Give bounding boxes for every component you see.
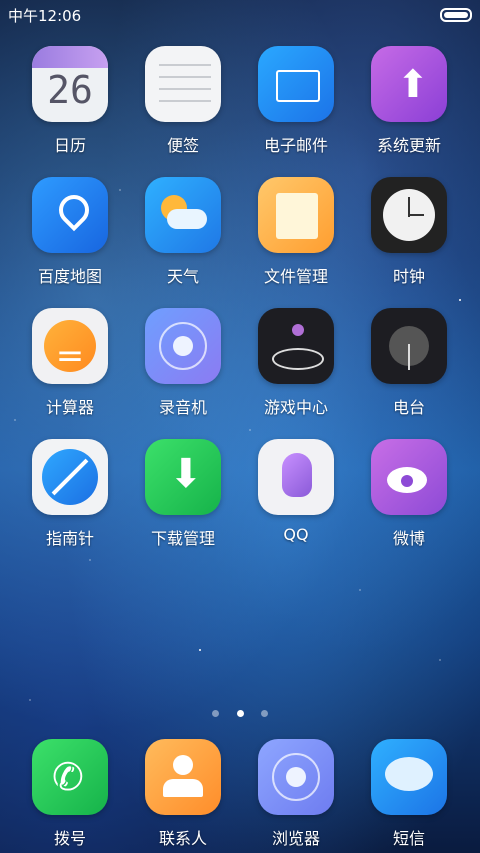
notes-icon (145, 46, 221, 122)
battery-icon (440, 8, 472, 22)
app-label: 时钟 (392, 267, 425, 286)
radio-icon (371, 308, 447, 384)
app-baidu-map[interactable]: 百度地图 (14, 177, 126, 287)
page-dot[interactable] (212, 710, 220, 717)
download-arrow-icon: ⬇ (145, 439, 221, 515)
app-system-update[interactable]: ⬆ 系统更新 (353, 46, 465, 156)
app-label: 联系人 (158, 829, 207, 848)
clock-icon (371, 177, 447, 253)
status-time: 中午12:06 (8, 7, 82, 25)
app-compass[interactable]: 指南针 (14, 439, 126, 549)
app-label: 电台 (392, 398, 425, 417)
app-download-manager[interactable]: ⬇ 下载管理 (127, 439, 239, 549)
app-label: 电子邮件 (263, 136, 328, 155)
app-file-manager[interactable]: 文件管理 (240, 177, 352, 287)
recorder-icon (145, 308, 221, 384)
folder-document-icon (258, 177, 334, 253)
app-calculator[interactable]: = 计算器 (14, 308, 126, 418)
app-qq[interactable]: QQ (240, 439, 352, 544)
page-indicator[interactable] (0, 702, 480, 721)
app-label: 短信 (392, 829, 425, 848)
compass-icon (32, 439, 108, 515)
chat-bubble-icon (371, 739, 447, 815)
app-label: 指南针 (45, 529, 94, 548)
app-email[interactable]: 电子邮件 (240, 46, 352, 156)
upload-arrow-icon: ⬆ (371, 46, 447, 122)
page-dot-active[interactable] (236, 710, 244, 717)
app-recorder[interactable]: 录音机 (127, 308, 239, 418)
app-label: 游戏中心 (263, 398, 328, 417)
map-pin-icon (32, 177, 108, 253)
app-label: 拨号 (53, 829, 86, 848)
browser-icon (258, 739, 334, 815)
app-label: 百度地图 (37, 267, 102, 286)
dock-messages[interactable]: 短信 (353, 739, 465, 849)
phone-icon: ✆ (32, 739, 108, 815)
app-label: 浏览器 (271, 829, 320, 848)
app-weibo[interactable]: 微博 (353, 439, 465, 549)
app-label: QQ (283, 525, 309, 544)
contacts-icon (145, 739, 221, 815)
app-label: 便签 (166, 136, 199, 155)
app-label: 录音机 (158, 398, 207, 417)
app-radio[interactable]: 电台 (353, 308, 465, 418)
app-label: 下载管理 (150, 529, 215, 548)
app-clock[interactable]: 时钟 (353, 177, 465, 287)
dock-contacts[interactable]: 联系人 (127, 739, 239, 849)
calculator-icon: = (32, 308, 108, 384)
app-label: 日历 (53, 136, 86, 155)
app-label: 系统更新 (376, 136, 441, 155)
weibo-icon (371, 439, 447, 515)
app-game-center[interactable]: 游戏中心 (240, 308, 352, 418)
app-notes[interactable]: 便签 (127, 46, 239, 156)
game-joystick-icon (258, 308, 334, 384)
dock-browser[interactable]: 浏览器 (240, 739, 352, 849)
dock-dialer[interactable]: ✆ 拨号 (14, 739, 126, 849)
page-dot[interactable] (260, 710, 268, 717)
app-label: 天气 (166, 267, 199, 286)
app-weather[interactable]: 天气 (127, 177, 239, 287)
qq-penguin-icon (258, 439, 334, 515)
weather-sun-cloud-icon (145, 177, 221, 253)
mail-icon (258, 46, 334, 122)
app-label: 微博 (392, 529, 425, 548)
app-label: 文件管理 (263, 267, 328, 286)
app-calendar[interactable]: 26 日历 (14, 46, 126, 156)
calendar-day: 26 (47, 68, 93, 112)
calendar-icon: 26 (32, 46, 108, 122)
app-label: 计算器 (45, 398, 94, 417)
status-bar: 中午12:06 (0, 0, 480, 28)
